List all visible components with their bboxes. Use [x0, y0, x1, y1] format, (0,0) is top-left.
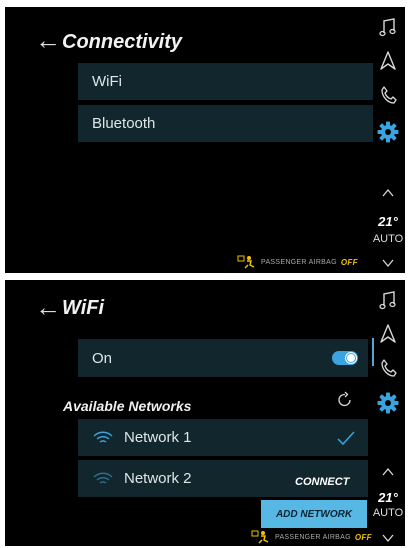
page-title: Connectivity	[62, 31, 183, 53]
airbag-state: OFF	[354, 532, 372, 542]
settings-gear-icon[interactable]	[371, 392, 405, 419]
airbag-status: PASSENGER AIRBAG OFF	[251, 530, 372, 544]
climate-mode-label: AUTO	[372, 233, 404, 245]
chevron-down-icon[interactable]	[371, 255, 405, 273]
connect-button[interactable]: CONNECT	[295, 476, 349, 488]
page-title: WiFi	[62, 297, 105, 319]
wifi-screen: ← WiFi On Available Networks Network 1 N…	[5, 280, 405, 546]
connectivity-screen: ← Connectivity WiFi Bluetooth 21° AUTO P…	[5, 7, 405, 273]
temperature-readout: 21°	[378, 490, 398, 505]
checkmark-icon	[336, 430, 356, 451]
navigation-icon[interactable]	[371, 324, 405, 349]
airbag-state: OFF	[340, 257, 358, 267]
network-name: Network 2	[124, 470, 192, 487]
settings-gear-icon[interactable]	[371, 121, 405, 148]
airbag-label: PASSENGER AIRBAG	[261, 258, 337, 266]
wifi-icon	[93, 431, 113, 443]
add-network-button[interactable]: ADD NETWORK	[261, 500, 367, 528]
airbag-status: PASSENGER AIRBAG OFF	[237, 255, 358, 269]
refresh-icon[interactable]	[335, 390, 355, 415]
menu-item-wifi[interactable]: WiFi	[78, 63, 373, 100]
network-row[interactable]: Network 1	[78, 419, 368, 456]
airbag-label: PASSENGER AIRBAG	[275, 533, 351, 541]
chevron-up-icon[interactable]	[371, 464, 405, 482]
airbag-icon	[237, 255, 255, 269]
menu-item-label: WiFi	[92, 73, 122, 90]
chevron-down-icon[interactable]	[371, 530, 405, 546]
temperature-readout: 21°	[378, 214, 398, 229]
back-arrow-icon[interactable]: ←	[35, 294, 61, 320]
right-sidebar: 21° AUTO	[371, 7, 405, 273]
back-arrow-icon[interactable]: ←	[35, 27, 61, 53]
wifi-toggle-label: On	[92, 349, 113, 367]
menu-item-label: Bluetooth	[92, 115, 156, 132]
wifi-toggle-row[interactable]: On	[78, 339, 368, 377]
music-icon[interactable]	[371, 290, 405, 315]
phone-icon[interactable]	[371, 85, 405, 110]
menu-item-bluetooth[interactable]: Bluetooth	[78, 105, 373, 142]
wifi-toggle-switch[interactable]	[332, 351, 358, 365]
phone-icon[interactable]	[371, 358, 405, 383]
music-icon[interactable]	[371, 17, 405, 42]
wifi-icon	[93, 472, 113, 484]
section-heading: Available Networks	[63, 398, 192, 414]
chevron-up-icon[interactable]	[371, 185, 405, 203]
navigation-icon[interactable]	[371, 51, 405, 76]
network-name: Network 1	[124, 429, 192, 446]
airbag-icon	[251, 530, 269, 544]
climate-mode-label: AUTO	[372, 507, 404, 519]
right-sidebar: 21° AUTO	[371, 280, 405, 546]
toggle-knob-inner	[347, 354, 355, 362]
